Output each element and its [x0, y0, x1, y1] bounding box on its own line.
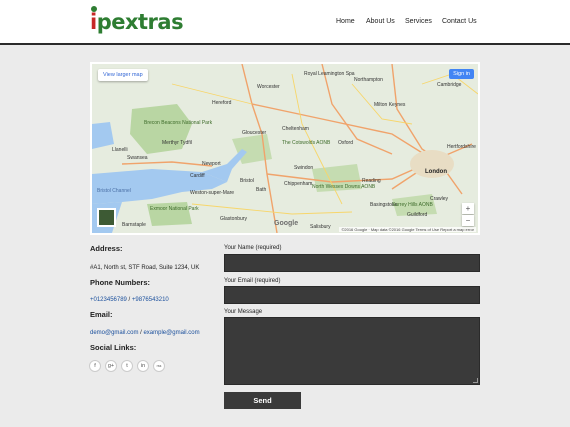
map-label: Milton Keynes	[374, 102, 406, 108]
linkedin-icon[interactable]: in	[137, 360, 149, 372]
map-label: Barnstaple	[122, 222, 146, 228]
map-label: North Wessex Downs AONB	[312, 184, 376, 190]
map-label: Salisbury	[310, 224, 331, 230]
map-label: Swindon	[294, 165, 314, 171]
map-label: Cambridge	[437, 82, 462, 88]
email-link-2[interactable]: example@gmail.com	[143, 330, 199, 336]
email-link-1[interactable]: demo@gmail.com	[90, 330, 138, 336]
map-label: Hertfordshire	[447, 144, 476, 150]
view-larger-map-button[interactable]: View larger map	[98, 69, 148, 81]
email-addresses: demo@gmail.com / example@gmail.com	[90, 330, 200, 336]
map-label: Weston-super-Mare	[190, 190, 235, 196]
map-label: The Cotswolds AONB	[282, 140, 331, 146]
map-label: Gloucester	[242, 130, 267, 136]
map-label: Exmoor National Park	[150, 206, 199, 212]
facebook-icon[interactable]: f	[89, 360, 101, 372]
google-plus-icon[interactable]: g+	[105, 360, 117, 372]
map-label: Llanelli	[112, 147, 128, 153]
send-button[interactable]: Send	[224, 392, 301, 409]
nav-about-us[interactable]: About Us	[366, 18, 395, 25]
map-label: Newport	[202, 161, 221, 167]
twitter-icon[interactable]: t	[121, 360, 133, 372]
email-field[interactable]	[224, 286, 480, 304]
map-label: Brecon Beacons National Park	[144, 120, 213, 126]
satellite-view-toggle[interactable]	[97, 208, 116, 227]
map-label: Merthyr Tydfil	[162, 140, 192, 146]
map-label: Worcester	[257, 84, 280, 90]
map-label: Northampton	[354, 77, 383, 83]
phone-heading: Phone Numbers:	[90, 278, 151, 287]
map-label: Guildford	[407, 212, 428, 218]
map-label: Chippenham	[284, 181, 313, 187]
map-label: Bath	[256, 187, 267, 193]
map-sign-in-button[interactable]: Sign in	[449, 69, 474, 79]
site-logo[interactable]: ipextras	[90, 6, 184, 35]
resize-handle-icon[interactable]	[473, 378, 478, 383]
nav-home[interactable]: Home	[336, 18, 355, 25]
phone-link-1[interactable]: +0123456789	[90, 297, 127, 303]
name-label: Your Name (required)	[224, 245, 282, 251]
address-text: #A1, North st, STF Road, Suite 1234, UK	[90, 265, 200, 271]
map-label: Royal Leamington Spa	[304, 71, 355, 77]
map-attribution[interactable]: ©2016 Google · Map data ©2016 Google Ter…	[339, 227, 476, 232]
address-heading: Address:	[90, 244, 123, 253]
rss-icon[interactable]: rss	[153, 360, 165, 372]
message-textarea[interactable]	[224, 317, 480, 385]
google-logo: Google	[274, 220, 299, 227]
message-label: Your Message	[224, 309, 263, 315]
map-label: Surrey Hills AONB	[392, 202, 433, 208]
email-heading: Email:	[90, 310, 113, 319]
map-label: Bristol Channel	[97, 188, 131, 194]
social-links-heading: Social Links:	[90, 343, 137, 352]
zoom-in-button[interactable]: +	[462, 203, 474, 214]
logo-dot-icon	[91, 6, 97, 12]
embedded-map[interactable]: View larger map Sign in Hereford Worcest…	[90, 62, 480, 235]
map-label: London	[425, 169, 447, 175]
phone-link-2[interactable]: +9876543210	[132, 297, 169, 303]
map-label: Glastonbury	[220, 216, 247, 222]
site-header: ipextras Home About Us Services Contact …	[0, 0, 570, 45]
map-label: Oxford	[338, 140, 354, 146]
zoom-out-button[interactable]: −	[462, 215, 474, 226]
map-label: Cardiff	[190, 173, 205, 179]
name-field[interactable]	[224, 254, 480, 272]
nav-contact-us[interactable]: Contact Us	[442, 18, 477, 25]
map-label: Hereford	[212, 100, 232, 106]
phone-numbers: +0123456789 / +9876543210	[90, 297, 169, 303]
social-links: f g+ t in rss	[89, 360, 165, 372]
map-label: Swansea	[127, 155, 148, 161]
map-label: Bristol	[240, 178, 254, 184]
email-label: Your Email (required)	[224, 278, 281, 284]
nav-services[interactable]: Services	[405, 18, 432, 25]
map-label: Cheltenham	[282, 126, 309, 132]
